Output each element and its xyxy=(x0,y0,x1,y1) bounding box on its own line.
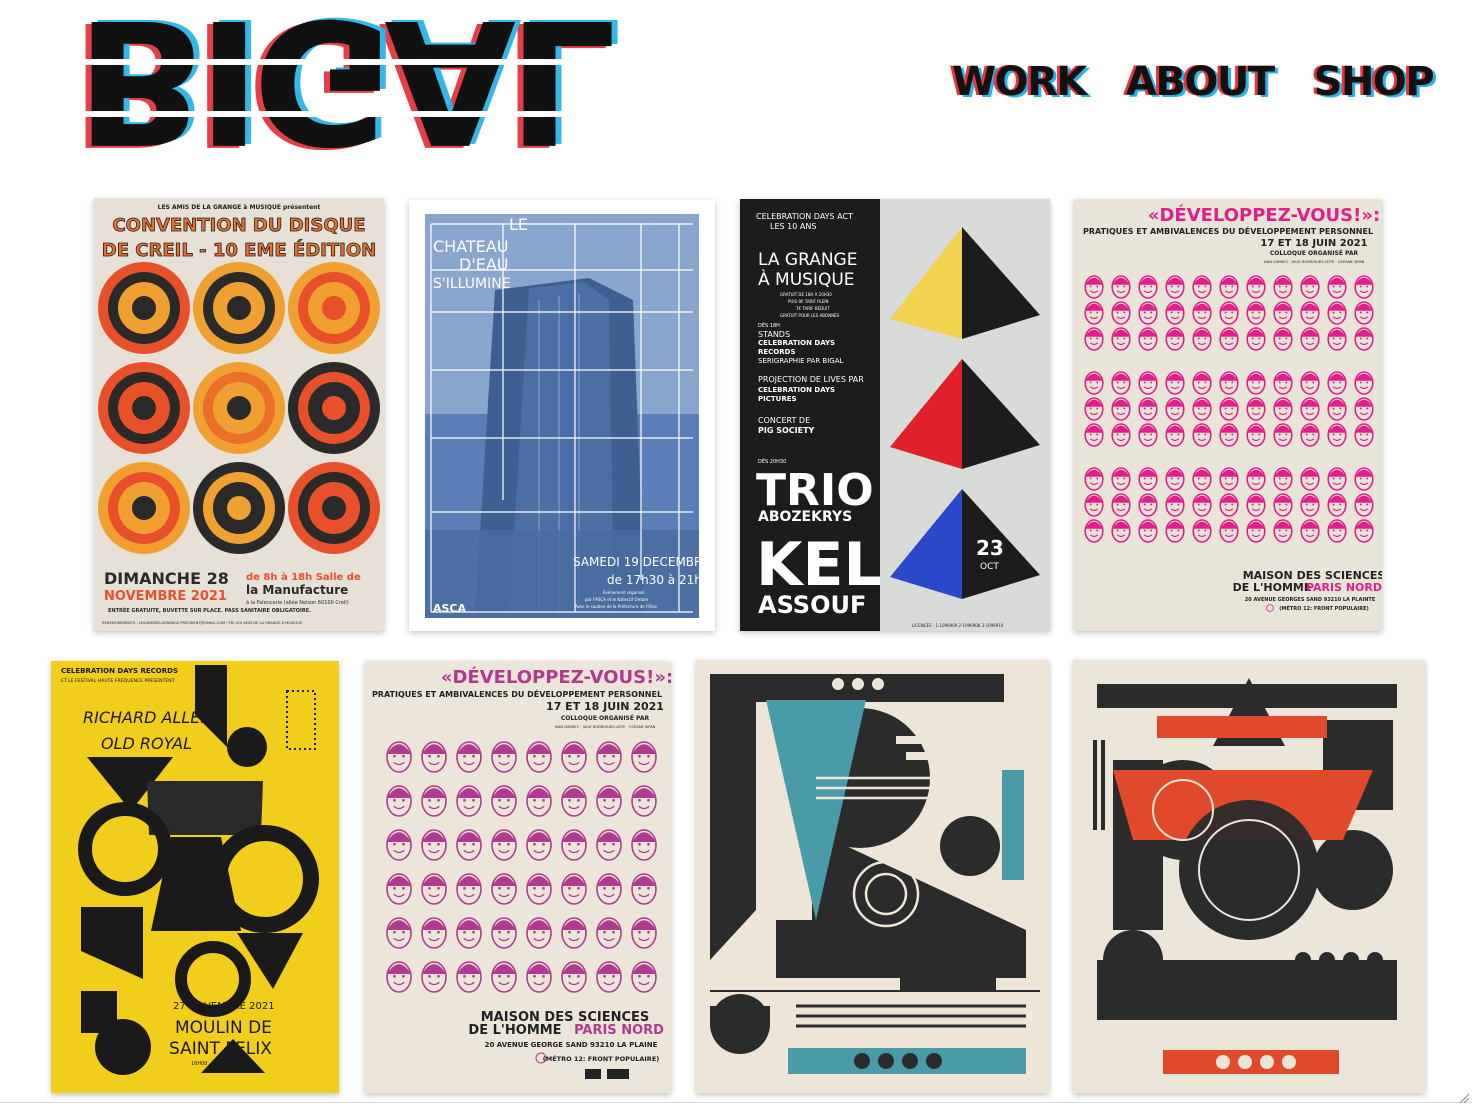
page: BIGAL BIGAL BIGAL WORK ABOUT SHOP LES AM… xyxy=(0,0,1472,1106)
poster2-line2: CHATEAU xyxy=(433,237,508,256)
poster5-top1: CELEBRATION DAYS RECORDS xyxy=(61,667,178,675)
poster2-credits3: Avec le soutien de la Préfecture de l'Oi… xyxy=(575,604,657,609)
poster-developpez-vous-1-art: «DÉVELOPPEZ-VOUS!»: PRATIQUES ET AMBIVAL… xyxy=(1074,199,1382,631)
poster4-venue3: PARIS NORD xyxy=(1306,581,1382,594)
poster3-day: 23 xyxy=(976,536,1004,560)
poster2-line1: LE xyxy=(509,215,528,234)
partner-logo-icon xyxy=(585,1069,601,1079)
poster3-top: CELEBRATION DAYS ACT xyxy=(756,212,853,221)
poster4-org: COLLOQUE ORGANISÉ PAR xyxy=(1270,249,1359,257)
poster-abstract-teal[interactable] xyxy=(696,660,1049,1093)
poster2-credits1: Événement organisé xyxy=(603,590,645,595)
poster2-date: SAMEDI 19 DECEMBRE xyxy=(573,555,710,569)
poster2-credits2: par l'ASCA et le Kollectif Ombre xyxy=(585,597,649,602)
poster3-month: OCT xyxy=(980,562,999,572)
poster5-name1: RICHARD ALLEN xyxy=(83,708,212,727)
poster3-l8: PICTURES xyxy=(758,395,797,403)
poster3-l10: PIG SOCIETY xyxy=(758,426,815,435)
poster3-big4: ASSOUF xyxy=(758,591,866,619)
poster-richard-allen[interactable]: CELEBRATION DAYS RECORDS ET LE FESTIVAL … xyxy=(51,661,339,1093)
poster6-sub: PRATIQUES ET AMBIVALENCES DU DÉVELOPPEME… xyxy=(372,688,662,699)
site-logo[interactable]: BIGAL BIGAL BIGAL xyxy=(70,0,814,181)
poster5-date: 27 NOVEMBRE 2021 xyxy=(173,1001,275,1012)
poster-convention-disque[interactable]: LES AMIS DE LA GRANGE à MUSIQUE présente… xyxy=(94,198,384,631)
poster-developpez-vous-2[interactable]: «DÉVELOPPEZ-VOUS!»: PRATIQUES ET AMBIVAL… xyxy=(365,661,671,1093)
poster3-l11: DÈS 20H30 xyxy=(758,457,786,465)
poster-abstract-orange-art xyxy=(1073,660,1425,1093)
poster-developpez-vous-1[interactable]: «DÉVELOPPEZ-VOUS!»: PRATIQUES ET AMBIVAL… xyxy=(1074,199,1382,631)
main-nav: WORK ABOUT SHOP xyxy=(952,58,1435,106)
nav-about-link[interactable]: ABOUT xyxy=(1126,58,1275,106)
poster4-names: IVAN GARREC · JULIE RODRIGUES LEITE · OC… xyxy=(1264,259,1365,264)
poster6-metro: (MÉTRO 12: FRONT POPULAIRE) xyxy=(543,1054,659,1063)
poster6-org: COLLOQUE ORGANISÉ PAR xyxy=(561,714,650,722)
poster3-title1: LA GRANGE xyxy=(758,250,857,270)
poster-developpez-vous-2-art: «DÉVELOPPEZ-VOUS!»: PRATIQUES ET AMBIVAL… xyxy=(365,661,671,1093)
poster5-time: 16H00 - 5 EUROS xyxy=(191,1061,235,1067)
svg-text:BIGAL: BIGAL xyxy=(76,14,612,164)
poster5-name2: OLD ROYAL xyxy=(101,734,192,753)
poster1-contact: RENSEIGNEMENTS : LESAMISDELAGRANGE.PRESI… xyxy=(102,620,303,625)
poster1-date: DIMANCHE 28 xyxy=(104,569,229,588)
poster3-l9: CONCERT DE xyxy=(758,416,810,425)
poster3-l4: RECORDS xyxy=(758,348,796,356)
poster4-venue2: DE L'HOMME xyxy=(1233,581,1312,594)
poster6-addr: 20 AVENUE GEORGE SAND 93210 LA PLAINE xyxy=(485,1041,658,1049)
poster2-time: de 17h30 à 21h00 xyxy=(607,573,715,587)
poster1-title1: CONVENTION DU DISQUE xyxy=(112,215,365,236)
poster-chateau-eau[interactable]: LE CHATEAU D'EAU S'ILLUMINE SAMEDI 19 DE… xyxy=(409,200,715,631)
poster2-logo: ASCA xyxy=(433,602,467,615)
poster-abstract-teal-art xyxy=(696,660,1049,1093)
poster1-top-line: LES AMIS DE LA GRANGE à MUSIQUE présente… xyxy=(158,204,321,211)
page-divider xyxy=(0,1102,1472,1103)
poster-grange-musique-art: CELEBRATION DAYS ACT LES 10 ANS LA GRANG… xyxy=(740,199,1050,631)
poster3-title2: À MUSIQUE xyxy=(758,268,855,290)
poster5-venue2: SAINT FELIX xyxy=(169,1039,272,1059)
poster5-venue1: MOULIN DE xyxy=(175,1018,272,1038)
poster6-venue3: PARIS NORD xyxy=(574,1023,664,1038)
poster3-price1: GRATUIT DE 18H À 20H30 xyxy=(780,292,832,297)
poster-grange-musique[interactable]: CELEBRATION DAYS ACT LES 10 ANS LA GRANG… xyxy=(740,199,1050,631)
poster3-top2: LES 10 ANS xyxy=(770,222,816,231)
poster-abstract-orange[interactable] xyxy=(1073,660,1425,1093)
poster3-price4: GRATUIT POUR LES ABONNÉS xyxy=(780,313,840,318)
poster3-l7: CELEBRATION DAYS xyxy=(758,386,835,394)
poster1-title2: DE CREIL - 10 EME ÉDITION xyxy=(102,239,376,261)
poster1-address: à la Faïencerie (allée Nelson 60100 Crei… xyxy=(246,599,349,606)
nav-shop-link[interactable]: SHOP xyxy=(1314,58,1435,106)
poster1-time: de 8h à 18h Salle de xyxy=(246,571,361,583)
poster3-l5: SERIGRAPHIE PAR BIGAL xyxy=(758,357,844,365)
poster4-metro: (MÉTRO 12: FRONT POPULAIRE) xyxy=(1279,604,1369,612)
poster4-addr: 20 AVENUE GEORGES SAND 93210 LA PLAINTE xyxy=(1245,597,1376,603)
partner-logo-icon xyxy=(607,1069,629,1079)
poster3-l6: PROJECTION DE LIVES PAR xyxy=(758,375,864,384)
resize-handle-icon[interactable] xyxy=(1458,1092,1470,1104)
poster3-big2: ABOZEKRYS xyxy=(758,509,852,525)
poster2-line4: S'ILLUMINE xyxy=(433,276,511,292)
poster3-big3: KEL xyxy=(756,530,882,600)
poster6-names: IVAN GARREC · JULIE RODRIGUES LEITE · OC… xyxy=(555,724,656,729)
poster6-venue2: DE L'HOMME xyxy=(468,1023,561,1038)
poster1-info: ENTRÉE GRATUITE, BUVETTE SUR PLACE. PASS… xyxy=(108,606,311,614)
poster3-price3: 7€ TARIF RÉDUIT xyxy=(796,306,830,311)
poster4-sub: PRATIQUES ET AMBIVALENCES DU DÉVELOPPEME… xyxy=(1083,225,1373,236)
poster3-l3: CELEBRATION DAYS xyxy=(758,339,835,347)
nav-work-link[interactable]: WORK xyxy=(952,58,1087,106)
logo-mark: BIGAL BIGAL BIGAL xyxy=(70,0,814,181)
poster2-line3: D'EAU xyxy=(459,255,508,274)
poster6-title: «DÉVELOPPEZ-VOUS!»: xyxy=(441,666,671,688)
poster-richard-allen-art: CELEBRATION DAYS RECORDS ET LE FESTIVAL … xyxy=(51,661,339,1093)
poster3-l2: STANDS xyxy=(758,330,790,339)
poster3-price2: PUIS 9€ TARIF PLEIN xyxy=(788,299,828,304)
poster-convention-disque-art: LES AMIS DE LA GRANGE à MUSIQUE présente… xyxy=(94,198,384,631)
poster-chateau-eau-art: LE CHATEAU D'EAU S'ILLUMINE SAMEDI 19 DE… xyxy=(409,200,715,631)
poster1-date2: NOVEMBRE 2021 xyxy=(104,589,227,604)
poster3-l1: DÈS 18H xyxy=(758,321,780,329)
poster1-venue: la Manufacture xyxy=(246,583,348,597)
poster4-date: 17 ET 18 JUIN 2021 xyxy=(1260,238,1367,249)
poster3-licences: LICENCES : 1-1096909 2-1096908 3-1096910 xyxy=(912,623,1004,628)
records-pattern-icon xyxy=(98,262,380,554)
poster4-title: «DÉVELOPPEZ-VOUS!»: xyxy=(1148,204,1380,226)
poster6-date: 17 ET 18 JUIN 2021 xyxy=(546,700,664,713)
